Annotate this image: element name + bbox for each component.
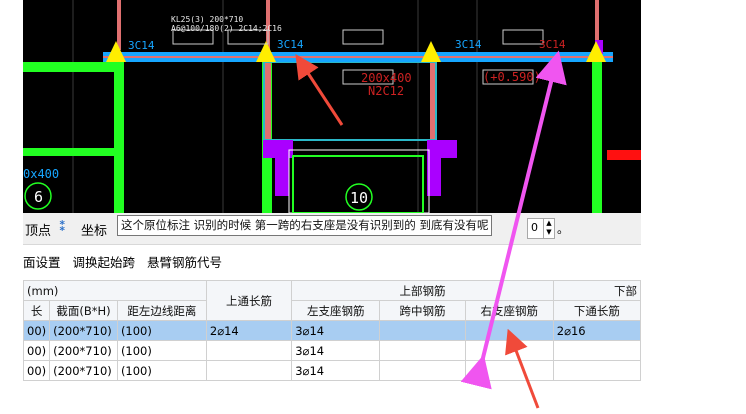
cell[interactable] — [464, 360, 554, 381]
coordinate-tool[interactable]: 坐标 — [81, 220, 107, 239]
bottom-rebar-group: 下部 — [552, 280, 641, 301]
left-number: 6 — [34, 188, 43, 206]
swap-start-span-button[interactable]: 调换起始跨 — [73, 255, 136, 270]
cad-drawing: KL25(3) 200*710 A6@100/180(2) 2C14;2C16 … — [23, 0, 641, 213]
top-rebar-group: 上部钢筋 — [291, 280, 554, 301]
cad-canvas[interactable]: KL25(3) 200*710 A6@100/180(2) 2C14;2C16 … — [23, 0, 641, 213]
beam-spec: A6@100/180(2) 2C14;2C16 — [171, 24, 282, 33]
cell[interactable] — [205, 340, 293, 361]
col-left-support[interactable]: 左支座钢筋 — [291, 300, 381, 321]
span-toolbar: 面设置 调换起始跨 悬臂钢筋代号 — [23, 252, 230, 271]
cell[interactable]: 3⌀14 — [291, 320, 381, 341]
secondary-section: 200x400 — [361, 71, 412, 85]
cell[interactable] — [552, 340, 641, 361]
cell[interactable] — [379, 320, 466, 341]
cell[interactable] — [464, 320, 554, 341]
unit-header: (mm) — [23, 280, 207, 301]
col-right-support[interactable]: 右支座钢筋 — [464, 300, 554, 321]
coordinate-icon: ⁑ — [59, 220, 66, 235]
cell[interactable]: (200*710) — [49, 320, 118, 341]
cell[interactable]: (100) — [116, 360, 207, 381]
cell[interactable] — [552, 360, 641, 381]
span-table[interactable]: (mm) 上通长筋 上部钢筋 下部 长 截面(B*H) 距左边线距离 左支座钢筋… — [23, 280, 641, 384]
col-bottom-through[interactable]: 下通长筋 — [552, 300, 641, 321]
wall-left — [114, 62, 124, 213]
cell[interactable]: 2⌀14 — [205, 320, 293, 341]
offset-label: (+0.590) — [483, 70, 541, 84]
table-row[interactable]: 00) (200*710) (100) 3⌀14 — [23, 340, 641, 361]
cell[interactable]: (100) — [116, 320, 207, 341]
col-offset[interactable]: 距左边线距离 — [116, 300, 207, 321]
col-top-through[interactable]: 上通长筋 — [205, 280, 293, 321]
cell[interactable]: (100) — [116, 340, 207, 361]
left-section: 0x400 — [23, 167, 59, 181]
top-bar-label: 3C14 — [128, 39, 155, 52]
spinner-icon[interactable]: ▲ ▼ — [543, 218, 555, 239]
cell[interactable] — [464, 340, 554, 361]
table-row[interactable]: 00) (200*710) (100) 3⌀14 — [23, 360, 641, 381]
cantilever-code-button[interactable]: 悬臂钢筋代号 — [147, 255, 222, 270]
col-section[interactable]: 截面(B*H) — [49, 300, 118, 321]
beam-label: KL25(3) 200*710 — [171, 15, 243, 24]
vertex-tool[interactable]: 顶点 — [25, 220, 51, 239]
support-marker — [421, 41, 441, 62]
cell[interactable]: 3⌀14 — [291, 360, 381, 381]
col-mid-span[interactable]: 跨中钢筋 — [379, 300, 466, 321]
cell[interactable] — [379, 360, 466, 381]
wall-right — [592, 62, 602, 213]
cell[interactable]: 00) — [23, 340, 51, 361]
cell[interactable]: 00) — [23, 320, 51, 341]
cell[interactable] — [379, 340, 466, 361]
axis-number: 10 — [350, 189, 368, 207]
cell[interactable]: 2⌀16 — [552, 320, 641, 341]
support-marker — [106, 41, 126, 62]
top-bar-label: 3C14 — [277, 38, 304, 51]
cell[interactable]: 3⌀14 — [291, 340, 381, 361]
tooltip: 这个原位标注 识别的时候 第一跨的右支座是没有识别到的 到底有没有呢 — [117, 215, 493, 236]
secondary-bars: N2C12 — [368, 84, 404, 98]
span-settings-button[interactable]: 面设置 — [23, 255, 61, 270]
value-suffix: 。 — [557, 222, 570, 236]
cell[interactable] — [205, 360, 293, 381]
table-row[interactable]: 00) (200*710) (100) 2⌀14 3⌀14 2⌀16 — [23, 320, 641, 341]
cell[interactable]: (200*710) — [49, 340, 118, 361]
col-length[interactable]: 长 — [23, 300, 51, 321]
cell[interactable]: 00) — [23, 360, 51, 381]
cell[interactable]: (200*710) — [49, 360, 118, 381]
top-bar-label: 3C14 — [455, 38, 482, 51]
value-input[interactable]: 0 — [527, 218, 544, 239]
top-bar-label: 3C14 — [539, 38, 566, 51]
